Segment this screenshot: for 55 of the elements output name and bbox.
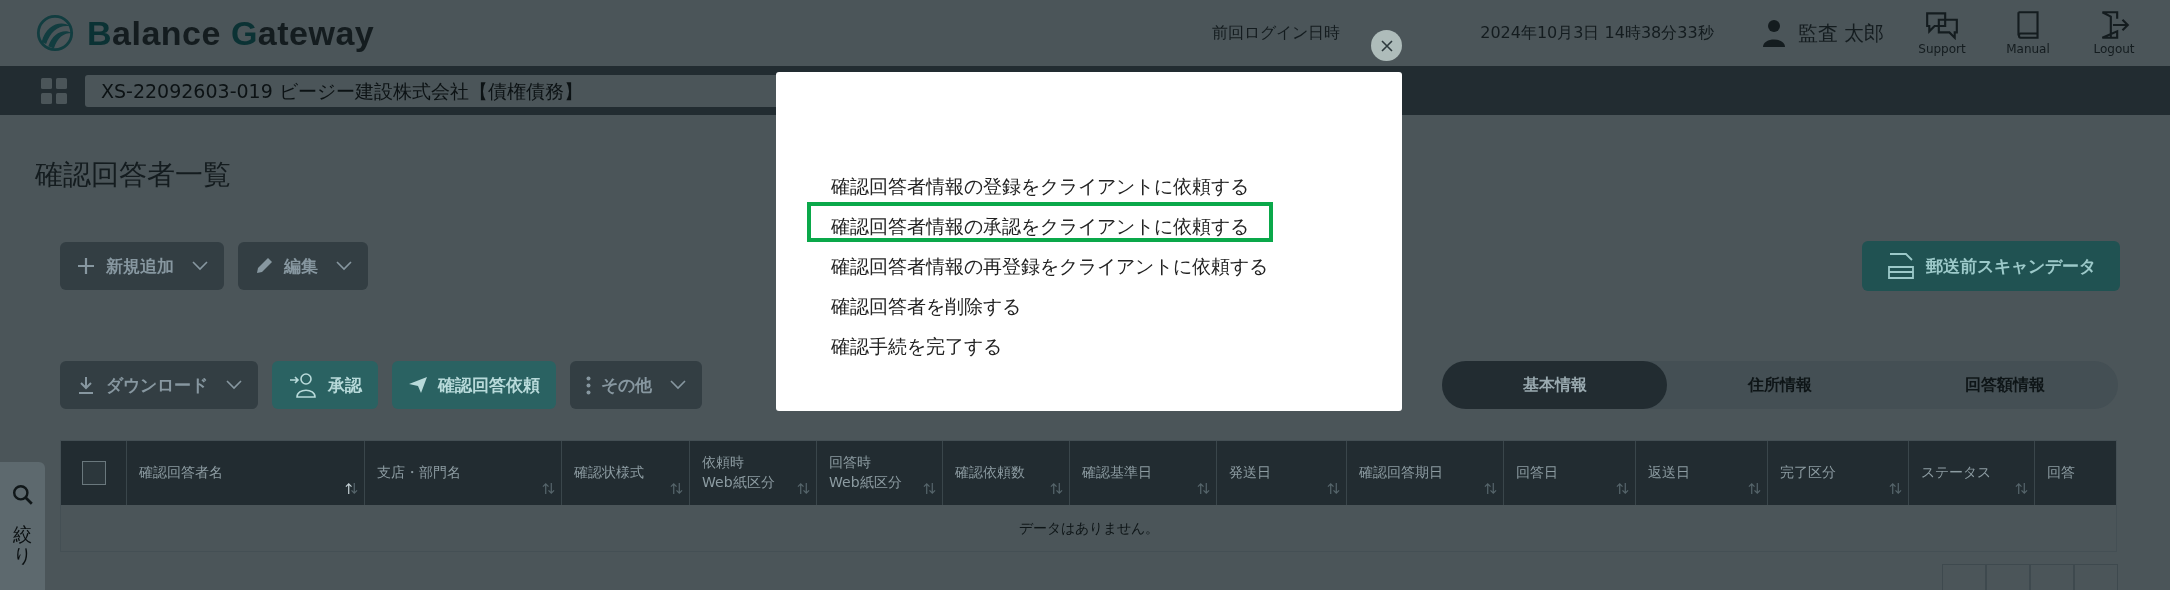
view-tab[interactable]: 回答額情報 — [1892, 361, 2118, 409]
column-header: 確認依頼数 — [955, 463, 1025, 483]
person-arrow-icon — [288, 370, 318, 400]
column-header: 支店・部門名 — [377, 463, 461, 483]
view-tab[interactable]: 基本情報 — [1442, 361, 1668, 409]
menu-item[interactable]: 確認回答者情報の承認をクライアントに依頼する — [807, 202, 1273, 242]
edit-button[interactable]: 編集 — [238, 242, 368, 290]
download-icon — [76, 375, 96, 395]
logout-link[interactable]: Logout — [2078, 10, 2150, 56]
column-header: 回答日 — [1516, 463, 1558, 483]
add-new-button[interactable]: 新規追加 — [60, 242, 224, 290]
menu-item[interactable]: 確認回答者情報の再登録をクライアントに依頼する — [807, 242, 1292, 282]
column-header: 確認回答者名 — [139, 463, 223, 483]
column-header: 回答 — [2047, 463, 2075, 483]
pencil-icon — [254, 256, 274, 276]
menu-item[interactable]: 確認回答者を削除する — [807, 282, 1045, 322]
select-all-checkbox[interactable] — [81, 461, 106, 485]
support-link[interactable]: Support — [1906, 10, 1978, 56]
column-header: 依頼時 Web紙区分 — [702, 453, 775, 492]
column-header: 完了区分 — [1780, 463, 1836, 483]
column-header: ステータス — [1921, 463, 1991, 483]
user-name: 監査 太郎 — [1797, 19, 1884, 47]
close-icon — [1379, 38, 1394, 53]
view-tab[interactable]: 住所情報 — [1667, 361, 1893, 409]
logo-icon — [35, 13, 75, 53]
manual-link[interactable]: Manual — [1992, 10, 2064, 56]
plus-icon — [76, 256, 96, 276]
column-header: 発送日 — [1229, 463, 1271, 483]
column-header: 回答時 Web紙区分 — [829, 453, 902, 492]
sort-arrows-icon[interactable] — [345, 482, 358, 495]
menu-item[interactable]: 確認回答者情報の登録をクライアントに依頼する — [807, 162, 1273, 202]
app-logo-text: Balance Gateway — [87, 13, 375, 53]
column-header: 確認状様式 — [574, 463, 644, 483]
close-button[interactable] — [1371, 30, 1402, 61]
user-icon — [1761, 19, 1786, 47]
search-icon — [11, 484, 34, 506]
last-login-time: 2024年10月3日 14時38分33秒 — [1480, 22, 1714, 44]
chat-bubbles-icon — [1924, 10, 1960, 40]
page-title: 確認回答者一覧 — [35, 157, 231, 193]
menu-item[interactable]: 確認手続を完了する — [807, 322, 1026, 362]
grid-menu-icon[interactable] — [40, 76, 68, 105]
empty-table-message: データはありません。 — [1017, 519, 1160, 538]
download-button[interactable]: ダウンロード — [60, 361, 258, 409]
more-vertical-icon — [586, 375, 591, 395]
column-header: 確認基準日 — [1082, 463, 1152, 483]
column-header: 返送日 — [1648, 463, 1690, 483]
request-answer-button[interactable]: 確認回答依頼 — [392, 361, 556, 409]
approve-button[interactable]: 承認 — [272, 361, 378, 409]
scanner-icon — [1886, 251, 1916, 281]
last-login-label: 前回ログイン日時 — [1212, 22, 1341, 44]
more-button[interactable]: その他 — [570, 361, 702, 409]
column-header: 確認回答期日 — [1359, 463, 1443, 483]
paper-plane-icon — [408, 375, 428, 395]
filter-side-tab[interactable]: 絞り — [0, 462, 45, 590]
scan-data-button[interactable]: 郵送前スキャンデータ — [1862, 241, 2120, 291]
